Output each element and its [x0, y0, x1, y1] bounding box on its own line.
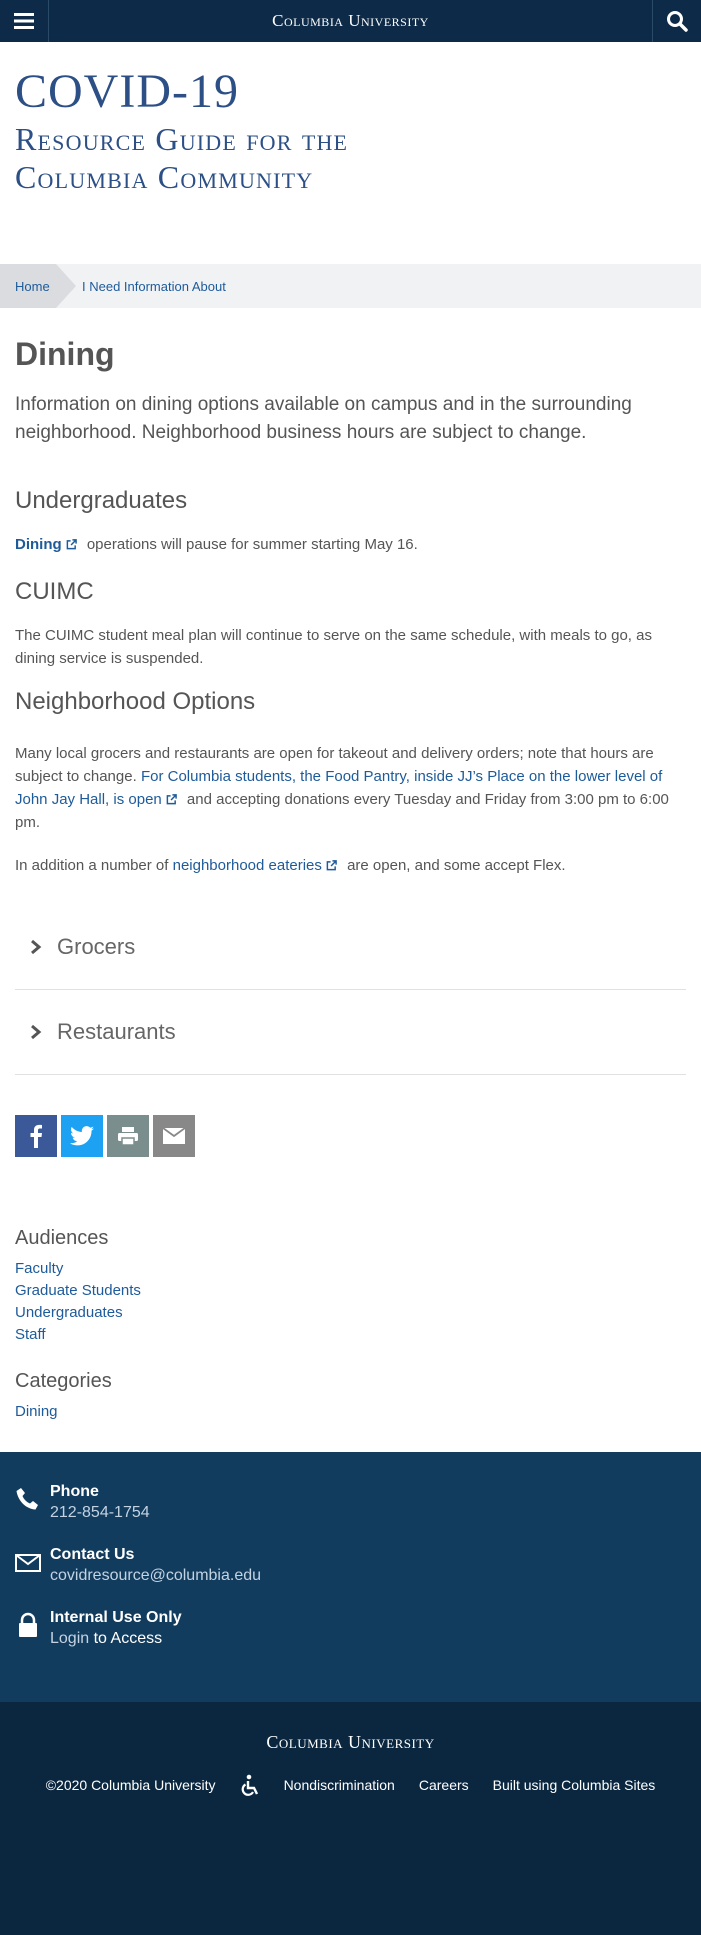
university-brand[interactable]: Columbia University: [0, 11, 701, 31]
share-buttons: [15, 1115, 686, 1157]
facebook-share-button[interactable]: [15, 1115, 57, 1157]
site-title-line1: COVID-19: [15, 65, 239, 118]
breadcrumb-home-link[interactable]: Home: [0, 264, 76, 308]
accordion-grocers[interactable]: Grocers: [15, 905, 686, 990]
categories-section: Categories Dining: [15, 1370, 686, 1423]
undergraduates-heading: Undergraduates: [15, 487, 188, 514]
neighborhood-text: Many local grocers and restaurants are o…: [15, 742, 686, 834]
footer-phone: Phone 212-854-1754: [15, 1482, 615, 1524]
eateries-after: are open, and some accept Flex.: [347, 857, 566, 874]
accordion-grocers-label: Grocers: [57, 934, 136, 959]
phone-icon: [16, 1488, 38, 1510]
search-icon: [667, 11, 688, 32]
audiences-list: Faculty Graduate Students Undergraduates…: [15, 1258, 686, 1346]
twitter-share-button[interactable]: [61, 1115, 103, 1157]
audience-staff-link[interactable]: Staff: [15, 1326, 46, 1343]
copyright: ©2020 Columbia University: [45, 1777, 216, 1793]
external-link-icon: [326, 860, 337, 871]
eateries-before: In addition a number of: [15, 857, 169, 874]
print-icon: [118, 1127, 138, 1146]
dining-link-label: Dining: [15, 536, 62, 553]
audience-faculty-link[interactable]: Faculty: [15, 1260, 63, 1277]
footer-contact-us: Contact Us covidresource@columbia.edu: [15, 1545, 615, 1587]
careers-link[interactable]: Careers: [419, 1777, 469, 1793]
page-title: Dining: [15, 336, 115, 372]
audience-undergraduates-link[interactable]: Undergraduates: [15, 1304, 123, 1321]
breadcrumb: Home I Need Information About: [0, 264, 701, 308]
footer-bottom: Columbia University ©2020 Columbia Unive…: [0, 1702, 701, 1935]
email-link[interactable]: covidresource@columbia.edu: [50, 1565, 615, 1587]
footer-contact: Phone 212-854-1754 Contact Us covidresou…: [0, 1452, 701, 1702]
internal-login: Login to Access: [50, 1628, 615, 1650]
site-title[interactable]: COVID-19 Resource Guide for the Columbia…: [15, 68, 686, 196]
undergraduates-detail: operations will pause for summer startin…: [86, 536, 418, 553]
envelope-icon: [163, 1128, 185, 1144]
chevron-right-icon: [31, 1024, 42, 1040]
phone-title: Phone: [50, 1483, 99, 1500]
internal-title: Internal Use Only: [50, 1609, 182, 1626]
email-share-button[interactable]: [153, 1115, 195, 1157]
neighborhood-heading: Neighborhood Options: [15, 688, 256, 715]
undergraduates-text: Dining operations will pause for summer …: [15, 533, 686, 556]
accordion-restaurants[interactable]: Restaurants: [15, 990, 686, 1075]
categories-list: Dining: [15, 1401, 686, 1423]
top-bar: Columbia University: [0, 0, 701, 42]
category-dining-link[interactable]: Dining: [15, 1403, 58, 1420]
dining-link[interactable]: Dining: [15, 536, 83, 553]
twitter-icon: [70, 1126, 94, 1146]
eateries-link-label: neighborhood eateries: [172, 857, 322, 874]
print-button[interactable]: [107, 1115, 149, 1157]
audience-graduate-students-link[interactable]: Graduate Students: [15, 1282, 141, 1299]
audiences-section: Audiences Faculty Graduate Students Unde…: [15, 1227, 686, 1346]
accordion: Grocers Restaurants: [15, 905, 686, 1075]
chevron-right-icon: [31, 939, 42, 955]
built-with-link[interactable]: Built using Columbia Sites: [493, 1777, 656, 1793]
site-header: COVID-19 Resource Guide for the Columbia…: [0, 42, 701, 238]
accordion-restaurants-label: Restaurants: [57, 1019, 176, 1044]
envelope-icon: [15, 1554, 41, 1572]
cuimc-text: The CUIMC student meal plan will continu…: [15, 627, 652, 667]
cuimc-heading: CUIMC: [15, 578, 94, 605]
eateries-text: In addition a number of neighborhood eat…: [15, 854, 686, 877]
site-title-line3: Columbia Community: [15, 159, 314, 195]
nondiscrimination-link[interactable]: Nondiscrimination: [284, 1777, 395, 1793]
login-after: to Access: [93, 1630, 163, 1647]
search-button[interactable]: [652, 0, 701, 42]
footer-university-brand[interactable]: Columbia University: [0, 1732, 701, 1753]
breadcrumb-current-link[interactable]: I Need Information About: [82, 264, 226, 308]
neighborhood-eateries-link[interactable]: neighborhood eateries: [173, 857, 343, 874]
audiences-heading: Audiences: [15, 1227, 109, 1249]
contact-title: Contact Us: [50, 1546, 135, 1563]
accessibility-icon[interactable]: [240, 1774, 260, 1796]
footer-internal: Internal Use Only Login to Access: [15, 1608, 615, 1650]
login-link[interactable]: Login: [50, 1630, 89, 1647]
external-link-icon: [66, 539, 77, 550]
facebook-icon: [30, 1124, 42, 1148]
main-content: Dining Information on dining options ava…: [0, 336, 701, 1423]
categories-heading: Categories: [15, 1370, 112, 1392]
site-title-line2: Resource Guide for the: [15, 121, 349, 157]
footer-links: ©2020 Columbia University Nondiscriminat…: [0, 1774, 701, 1796]
page-lede: Information on dining options available …: [15, 394, 632, 443]
external-link-icon: [166, 794, 177, 805]
phone-number-link[interactable]: 212-854-1754: [50, 1502, 615, 1524]
lock-icon: [19, 1612, 37, 1637]
